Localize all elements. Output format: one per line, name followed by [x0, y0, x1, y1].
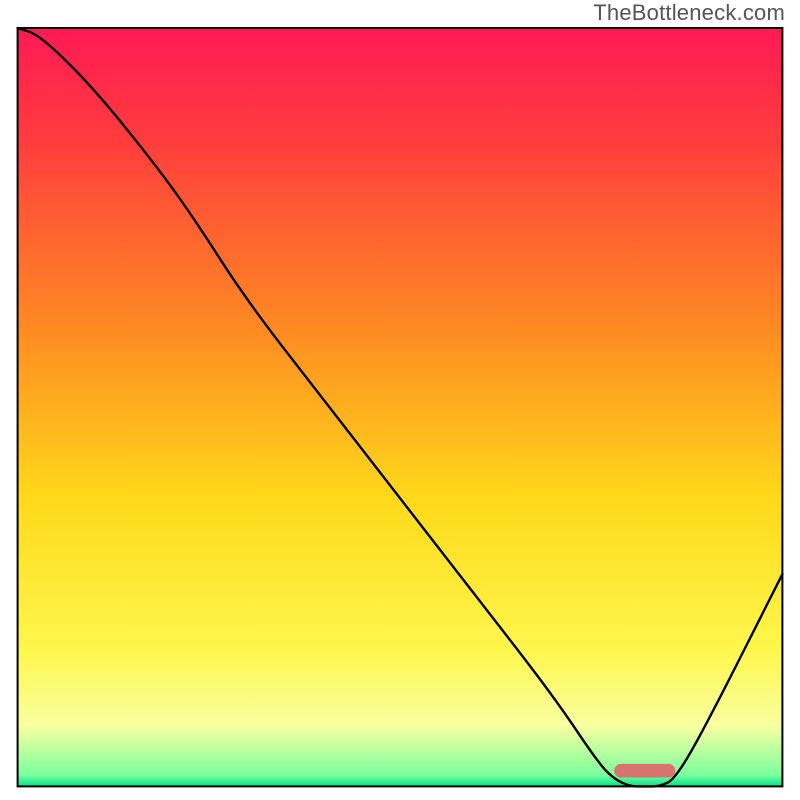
chart-container: TheBottleneck.com	[0, 0, 800, 800]
chart-background	[18, 28, 783, 786]
optimal-range-marker	[614, 764, 675, 778]
bottleneck-chart	[0, 0, 800, 800]
